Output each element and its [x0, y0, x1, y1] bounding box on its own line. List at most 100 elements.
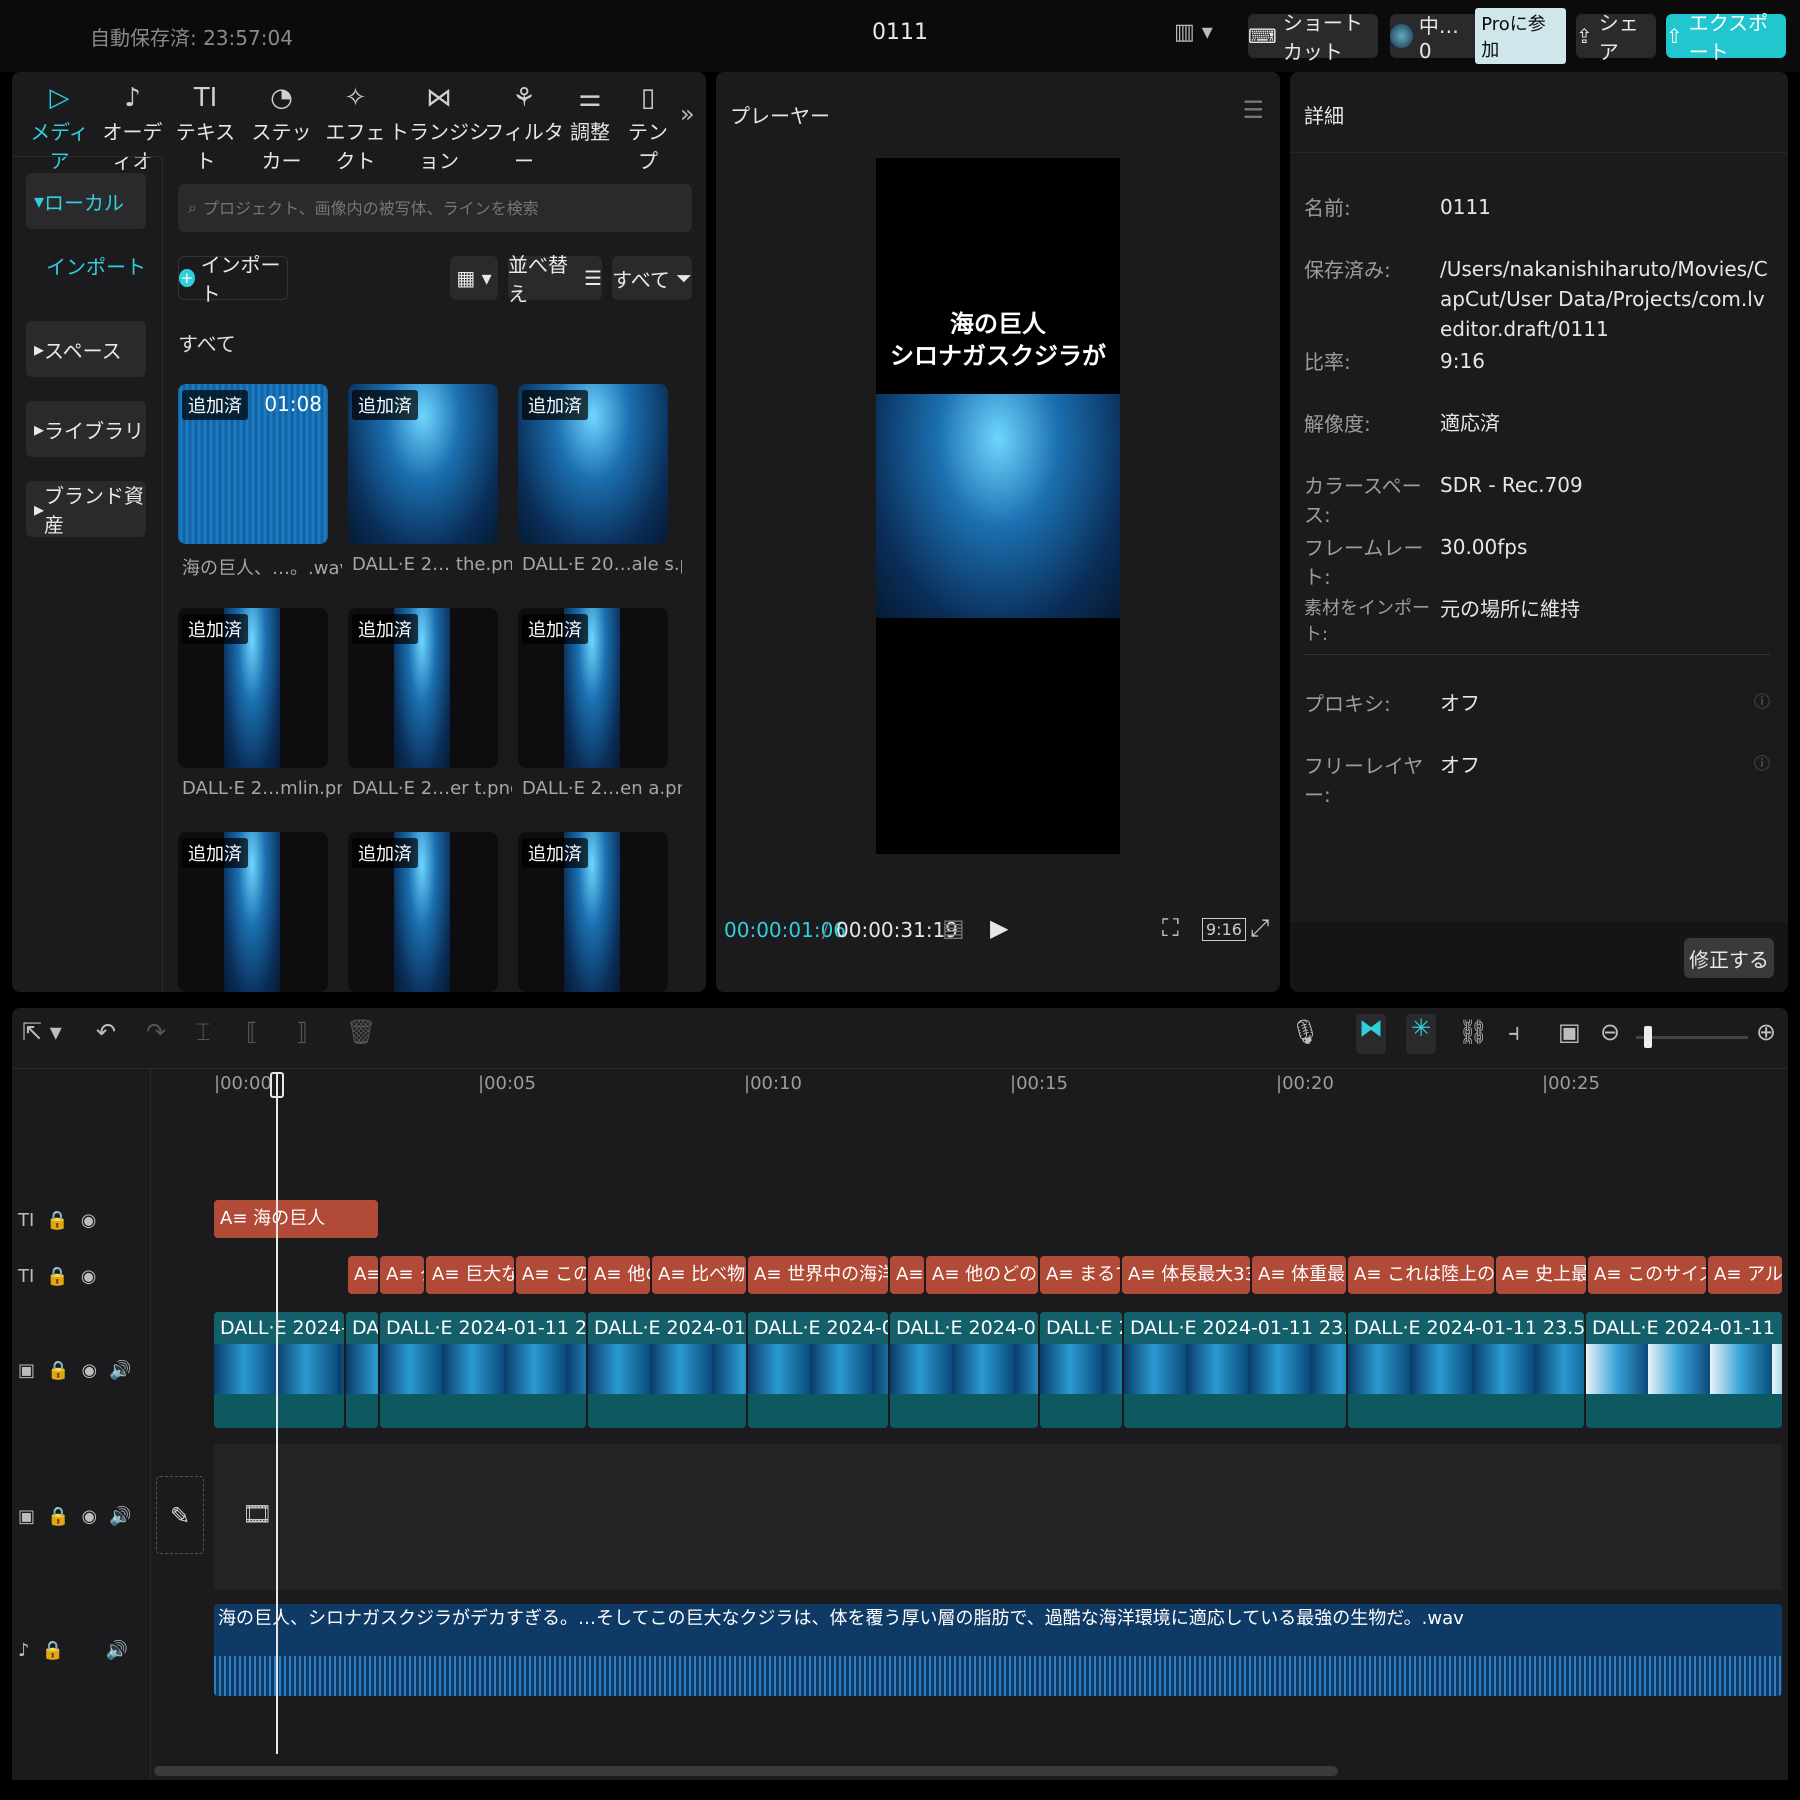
preview-canvas[interactable]: 海の巨人 シロナガスクジラが [876, 158, 1120, 854]
timecode-icon[interactable]: ▤ [942, 914, 965, 942]
empty-track[interactable] [214, 1444, 1782, 1590]
zoom-slider-handle[interactable] [1644, 1026, 1652, 1048]
undo-icon[interactable]: ↶ [96, 1018, 116, 1046]
fullscreen-icon[interactable]: ⤢ [1250, 914, 1269, 942]
video-clip[interactable]: DALL·E 202 [1040, 1312, 1122, 1428]
account-button[interactable]: 中…0 Proに参加 [1390, 8, 1566, 64]
search-box[interactable]: ⌕ [178, 184, 692, 232]
export-button[interactable]: ⇧ エクスポート [1666, 11, 1786, 64]
volume-icon[interactable]: 🔊 [109, 1360, 131, 1381]
text-clip[interactable]: A≡ 史上最大の [1496, 1256, 1586, 1294]
sidebar-item-space[interactable]: ▸ スペース [26, 321, 146, 377]
caption-icon[interactable]: ▣ [1558, 1018, 1581, 1046]
link-icon[interactable]: ⛓ [1458, 1018, 1488, 1046]
magnet-icon[interactable]: ⧓ [1356, 1014, 1386, 1054]
ratio-button[interactable]: 9:16 [1202, 918, 1246, 941]
microphone-icon[interactable]: 🎙 [1290, 1018, 1320, 1046]
lock-icon[interactable]: 🔒 [47, 1360, 69, 1381]
import-button[interactable]: + インポート [178, 253, 288, 306]
sort-button[interactable]: 並べ替え ☰ [508, 253, 602, 306]
text-clip[interactable]: A≡ 世界中の海洋に [748, 1256, 888, 1294]
text-clip[interactable]: A≡ ラ [348, 1256, 378, 1294]
play-icon[interactable]: ▶ [990, 914, 1008, 942]
cover-edit-button[interactable]: ✎ [156, 1476, 204, 1554]
eye-icon[interactable]: ◉ [81, 1210, 97, 1231]
text-clip[interactable]: A≡ 他のどの生物よ [926, 1256, 1038, 1294]
text-clip[interactable]: A≡ この [516, 1256, 586, 1294]
media-thumb[interactable]: 追加済 [518, 832, 668, 992]
video-clip[interactable]: DALL·E 2024-01-11 [748, 1312, 888, 1428]
tab-text[interactable]: TI テキスト [168, 72, 243, 174]
sidebar-item-brand[interactable]: ▸ ブランド資産 [26, 481, 146, 537]
share-button[interactable]: ⇪ シェア [1576, 11, 1656, 64]
zoom-slider[interactable] [1636, 1036, 1748, 1039]
horizontal-scrollbar[interactable] [154, 1766, 1338, 1776]
media-thumb[interactable]: 追加済 [348, 832, 498, 992]
audio-clip[interactable]: 海の巨人、シロナガスクジラがデカすぎる。…そしてこの巨大なクジラは、体を覆う厚い… [214, 1604, 1782, 1696]
help-icon[interactable]: ⓘ [1754, 688, 1770, 712]
playhead[interactable] [276, 1074, 278, 1754]
pro-badge[interactable]: Proに参加 [1475, 8, 1566, 64]
media-thumb[interactable]: 追加済 [178, 608, 328, 768]
snap-icon[interactable]: ✳ [1406, 1014, 1436, 1054]
volume-icon[interactable]: 🔊 [106, 1640, 128, 1661]
video-clip[interactable]: DALL [346, 1312, 378, 1428]
text-clip[interactable]: A≡ 比べ物に [652, 1256, 746, 1294]
tab-template[interactable]: ▯ テンプ [620, 72, 676, 174]
select-tool-icon[interactable]: ⇱ ▾ [22, 1018, 62, 1046]
video-clip[interactable]: DALL·E 2024-01-11 2 [890, 1312, 1038, 1428]
text-clip[interactable]: A≡ 海の巨人 [214, 1200, 378, 1238]
menu-icon[interactable]: ☰ [1242, 96, 1264, 124]
text-clip[interactable]: A≡ 体長最大33m [1122, 1256, 1250, 1294]
tab-transition[interactable]: ⋈ トランジション [384, 72, 494, 174]
text-clip[interactable]: A≡ クジ [380, 1256, 424, 1294]
more-tabs-icon[interactable]: » [680, 100, 695, 128]
eye-icon[interactable]: ◉ [81, 1266, 97, 1287]
preview-axis-icon[interactable]: ⫞ [1508, 1018, 1520, 1046]
tab-effect[interactable]: ✧ エフェクト [318, 72, 393, 174]
sidebar-item-import[interactable]: インポート [46, 251, 146, 280]
text-clip[interactable]: A≡ このサイズは [1588, 1256, 1706, 1294]
text-clip[interactable]: A≡ これは陸上のどの動物 [1348, 1256, 1494, 1294]
lock-icon[interactable]: 🔒 [46, 1266, 68, 1287]
lock-icon[interactable]: 🔒 [46, 1210, 68, 1231]
layout-icon[interactable]: ▥ ▾ [1174, 20, 1213, 45]
shortcut-button[interactable]: ⌨ ショートカット [1248, 11, 1378, 64]
media-thumb[interactable]: 追加済 [348, 608, 498, 768]
text-clip[interactable]: A≡ アルゼン [1708, 1256, 1782, 1294]
media-thumb[interactable]: 追加済 [178, 832, 328, 992]
text-clip[interactable]: A≡ 巨大な [426, 1256, 514, 1294]
eye-icon[interactable]: ◉ [81, 1506, 97, 1527]
help-icon[interactable]: ⓘ [1754, 750, 1770, 774]
view-toggle[interactable]: ▦ ▾ [450, 256, 498, 300]
video-clip[interactable]: DALL·E 2024-01-11 23.50.33 - A [1124, 1312, 1346, 1428]
lock-icon[interactable]: 🔒 [42, 1640, 64, 1661]
sidebar-item-local[interactable]: ▾ ローカル [26, 173, 146, 229]
filter-button[interactable]: すべて ⏷ [612, 256, 692, 300]
media-thumb[interactable]: 追加済 [518, 384, 668, 544]
search-input[interactable] [202, 198, 673, 218]
text-clip[interactable]: A≡ そ [890, 1256, 924, 1294]
fix-button[interactable]: 修正する [1684, 938, 1774, 978]
video-clip[interactable]: DALL·E 2024-01-11 23.50.30 - A c [1348, 1312, 1584, 1428]
text-clip[interactable]: A≡ 他のど [588, 1256, 650, 1294]
playhead-handle[interactable] [270, 1072, 284, 1098]
tab-filter[interactable]: ⚘ フィルター [484, 72, 564, 174]
media-thumb[interactable]: 追加済 [348, 384, 498, 544]
sidebar-item-library[interactable]: ▸ ライブラリ [26, 401, 146, 457]
text-clip[interactable]: A≡ まるで [1040, 1256, 1120, 1294]
lock-icon[interactable]: 🔒 [47, 1506, 69, 1527]
zoom-fit-icon[interactable]: ⛶ [1162, 914, 1179, 942]
video-clip[interactable]: DALL·E 2024-01-11 23.38.31 [380, 1312, 586, 1428]
video-clip[interactable]: DALL·E 2024-01-11 23 [588, 1312, 746, 1428]
zoom-out-icon[interactable]: ⊖ [1600, 1018, 1620, 1046]
media-thumb-audio[interactable]: 追加済 01:08 [178, 384, 328, 544]
eye-icon[interactable]: ◉ [81, 1360, 97, 1381]
text-clip[interactable]: A≡ 体重最大20 [1252, 1256, 1346, 1294]
video-clip[interactable]: DALL·E 2024-01-11 23.52.5 [1586, 1312, 1782, 1428]
volume-icon[interactable]: 🔊 [109, 1506, 131, 1527]
zoom-in-icon[interactable]: ⊕ [1756, 1018, 1776, 1046]
media-thumb[interactable]: 追加済 [518, 608, 668, 768]
tab-sticker[interactable]: ◔ ステッカー [244, 72, 319, 174]
tab-adjust[interactable]: ⚌ 調整 [560, 72, 620, 145]
